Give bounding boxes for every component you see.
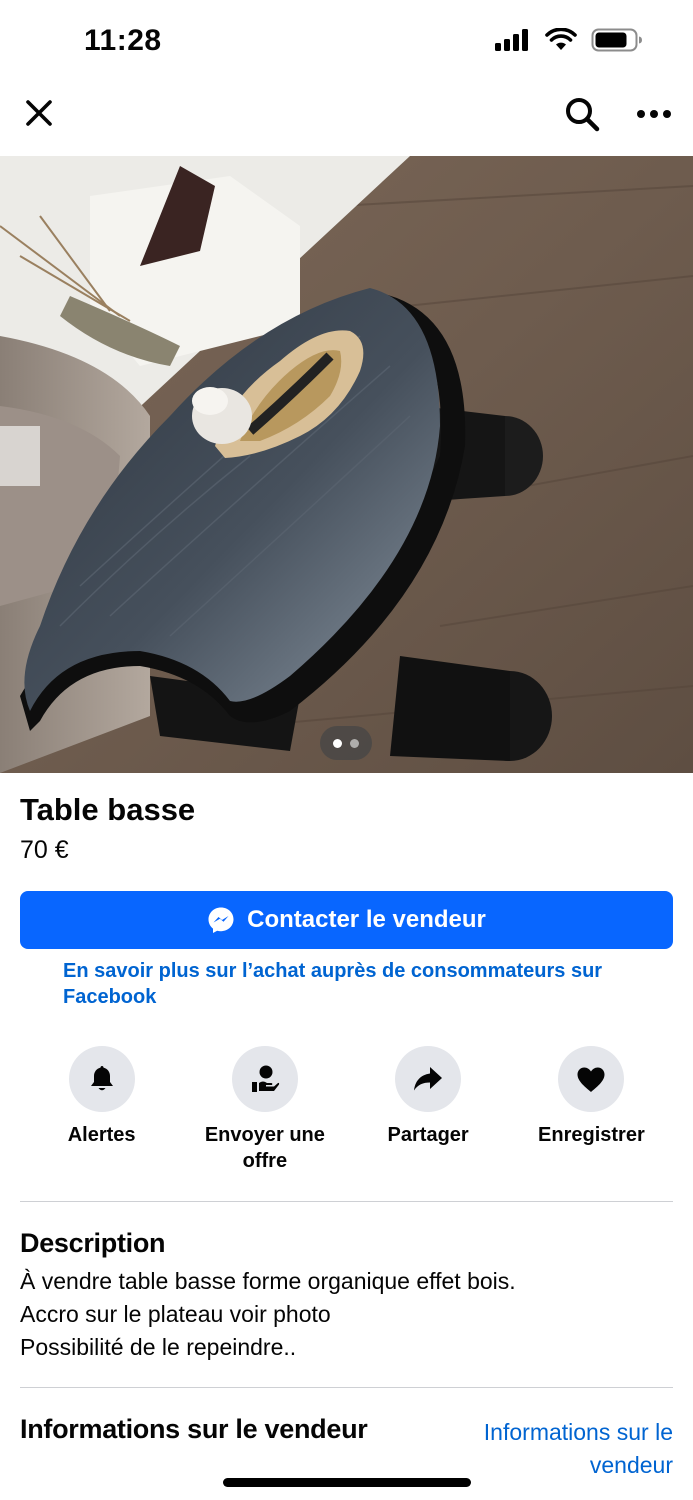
cellular-signal-icon	[495, 29, 528, 51]
listing-price: 70 €	[20, 836, 69, 864]
seller-info-heading: Informations sur le vendeur	[20, 1414, 368, 1444]
share-label: Partager	[387, 1124, 469, 1146]
more-icon	[637, 110, 671, 118]
offer-icon-circle	[231, 1046, 298, 1112]
messenger-icon	[208, 907, 234, 933]
search-button[interactable]	[562, 94, 602, 134]
description-line: Accro sur le plateau voir photo	[20, 1301, 331, 1327]
alerts-label: Alertes	[67, 1124, 136, 1146]
share-button[interactable]: Partager	[347, 1046, 510, 1186]
description-text: À vendre table basse forme organique eff…	[20, 1265, 516, 1364]
search-icon	[566, 98, 600, 132]
save-label: Enregistrer	[538, 1124, 645, 1146]
more-options-button[interactable]	[632, 94, 676, 134]
save-icon-circle	[558, 1046, 625, 1112]
status-time: 11:28	[84, 24, 162, 57]
listing-photo[interactable]	[0, 156, 693, 773]
listing-photo-image	[0, 156, 693, 773]
share-icon	[414, 1067, 443, 1091]
divider	[20, 1201, 673, 1202]
contact-seller-label: Contacter le vendeur	[247, 906, 486, 933]
send-offer-label: Envoyer une offre	[204, 1124, 325, 1172]
action-row: Alertes Envoyer une offre Partager Enreg…	[20, 1046, 673, 1186]
alerts-icon-circle	[68, 1046, 135, 1112]
home-indicator	[223, 1478, 471, 1487]
wifi-icon	[545, 28, 577, 50]
listing-title: Table basse	[20, 792, 196, 827]
seller-info-link[interactable]: Informations sur le vendeur	[443, 1416, 673, 1482]
pager-dot	[350, 738, 359, 748]
pager-dot-active	[333, 738, 342, 748]
share-icon-circle	[395, 1046, 462, 1112]
description-line: À vendre table basse forme organique eff…	[20, 1268, 516, 1294]
bell-icon	[90, 1066, 113, 1091]
heart-icon	[577, 1067, 605, 1092]
top-nav	[0, 82, 693, 156]
description-heading: Description	[20, 1228, 166, 1258]
close-button[interactable]	[20, 94, 58, 132]
send-offer-button[interactable]: Envoyer une offre	[183, 1046, 346, 1186]
divider	[20, 1387, 673, 1388]
photo-pager[interactable]	[320, 726, 372, 760]
battery-icon	[591, 28, 642, 52]
close-icon	[26, 100, 52, 126]
alerts-button[interactable]: Alertes	[20, 1046, 183, 1186]
status-bar: 11:28	[0, 0, 693, 82]
contact-seller-button[interactable]: Contacter le vendeur	[20, 891, 673, 949]
status-icons	[495, 28, 643, 52]
offer-icon	[251, 1065, 279, 1092]
description-line: Possibilité de le repeindre..	[20, 1334, 297, 1360]
learn-more-link[interactable]: En savoir plus sur l’achat auprès de con…	[63, 958, 663, 1010]
save-button[interactable]: Enregistrer	[510, 1046, 673, 1186]
